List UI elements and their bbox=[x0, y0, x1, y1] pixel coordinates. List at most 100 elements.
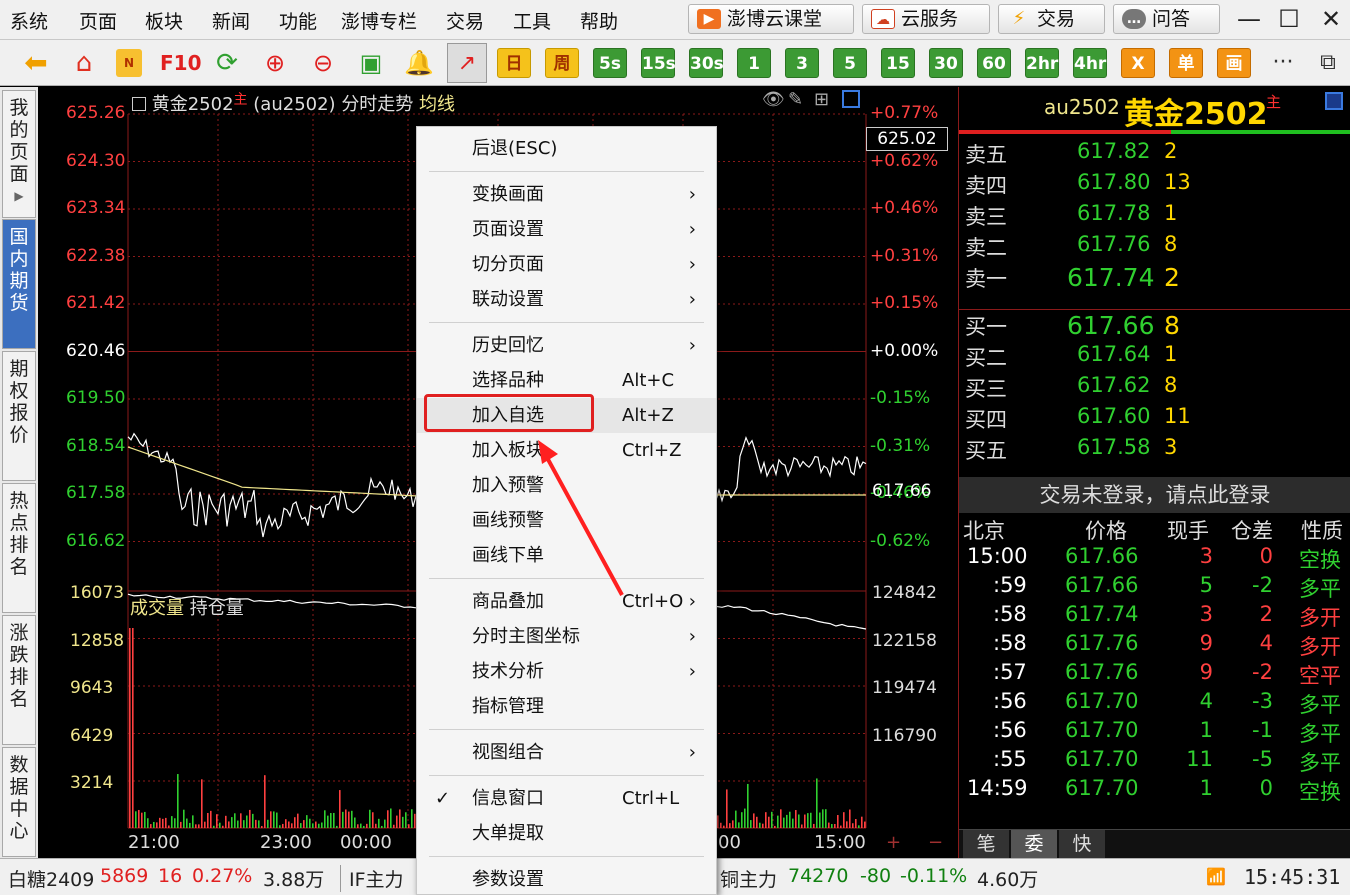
context-menu-item[interactable]: 参数设置 bbox=[417, 862, 716, 895]
window-icon[interactable]: ▣ bbox=[355, 47, 387, 79]
context-menu-item[interactable]: ✓ 信息窗口 Ctrl+L bbox=[417, 781, 716, 816]
context-menu-item[interactable]: 历史回忆 › bbox=[417, 328, 716, 363]
period-button[interactable]: 3 bbox=[785, 48, 819, 78]
period-button[interactable]: 60 bbox=[977, 48, 1011, 78]
chart-up-icon[interactable]: ↗ bbox=[447, 43, 487, 83]
f10-button[interactable]: F10 bbox=[160, 47, 202, 79]
sidebar-tab-hot-rank[interactable]: 热点排名 bbox=[2, 483, 36, 613]
volume-bar bbox=[219, 822, 221, 828]
square-icon bbox=[132, 97, 146, 111]
tab-orders[interactable]: 委 bbox=[1011, 830, 1057, 858]
menu-sector[interactable]: 板块 bbox=[145, 7, 183, 34]
period-button[interactable]: 周 bbox=[545, 48, 579, 78]
period-button[interactable]: 15s bbox=[641, 48, 676, 78]
context-menu-item[interactable]: 大单提取 bbox=[417, 816, 716, 851]
ticker-name[interactable]: 白糖2409 bbox=[8, 865, 94, 892]
period-button[interactable]: 单 bbox=[1169, 48, 1203, 78]
percent-tick-label: +0.46% bbox=[870, 198, 939, 218]
if-ticker-name[interactable]: IF主力 bbox=[340, 865, 404, 892]
menu-help[interactable]: 帮助 bbox=[580, 7, 618, 34]
menu-trade[interactable]: 交易 bbox=[446, 7, 484, 34]
volume-bar bbox=[717, 815, 719, 828]
zoom-out-icon[interactable]: ⊖ bbox=[307, 47, 339, 79]
layout-icon[interactable]: ⧉ bbox=[1312, 47, 1344, 79]
asks-level[interactable]: 卖四 617.80 13 bbox=[959, 170, 1350, 201]
more-button[interactable]: ··· bbox=[1266, 47, 1300, 79]
copper-name[interactable]: 铜主力 bbox=[720, 865, 777, 892]
asks-level[interactable]: 卖五 617.82 2 bbox=[959, 139, 1350, 170]
context-menu-item[interactable]: 选择品种 Alt+C bbox=[417, 363, 716, 398]
volume-bar bbox=[384, 819, 386, 828]
context-menu-item[interactable]: 切分页面 › bbox=[417, 247, 716, 282]
zoom-plus-button[interactable]: + bbox=[886, 832, 901, 853]
period-button[interactable]: 日 bbox=[497, 48, 531, 78]
cloud-service-button[interactable]: ☁ 云服务 bbox=[862, 4, 990, 34]
asks-level[interactable]: 卖三 617.78 1 bbox=[959, 201, 1350, 232]
period-button[interactable]: 5 bbox=[833, 48, 867, 78]
period-button[interactable]: 1 bbox=[737, 48, 771, 78]
context-menu-item[interactable]: 页面设置 › bbox=[417, 212, 716, 247]
classroom-button[interactable]: ▶ 澎博云课堂 bbox=[688, 4, 854, 34]
sidebar-tab-my-page[interactable]: 我的页面 ▶ bbox=[2, 90, 36, 218]
bell-icon[interactable]: 🔔 bbox=[403, 47, 435, 79]
bids-level[interactable]: 买二 617.64 1 bbox=[959, 342, 1350, 373]
context-menu-item[interactable]: 联动设置 › bbox=[417, 282, 716, 317]
trade-button[interactable]: ⚡ 交易 bbox=[998, 4, 1105, 34]
close-icon[interactable]: ✕ bbox=[1316, 4, 1346, 34]
login-banner[interactable]: 交易未登录，请点此登录 bbox=[959, 477, 1350, 513]
zoom-in-icon[interactable]: ⊕ bbox=[259, 47, 291, 79]
bids-level[interactable]: 买三 617.62 8 bbox=[959, 373, 1350, 404]
sidebar-tab-data-center[interactable]: 数据中心 bbox=[2, 747, 36, 857]
chat-icon: … bbox=[1122, 9, 1146, 29]
notepad-icon[interactable]: N bbox=[116, 49, 142, 77]
back-arrow-icon[interactable]: ⬅ bbox=[20, 47, 52, 79]
menu-column[interactable]: 澎博专栏 bbox=[341, 7, 417, 34]
context-menu-item[interactable]: 视图组合 › bbox=[417, 735, 716, 770]
period-button[interactable]: 画 bbox=[1217, 48, 1251, 78]
sidebar-tab-domestic-futures[interactable]: 国内期货 bbox=[2, 219, 36, 349]
sidebar-tab-change-rank[interactable]: 涨跌排名 bbox=[2, 615, 36, 745]
home-icon[interactable]: ⌂ bbox=[68, 47, 100, 79]
eye-icon[interactable]: 👁 bbox=[762, 89, 785, 110]
pencil-icon[interactable]: ✎ bbox=[788, 89, 803, 110]
menu-tools[interactable]: 工具 bbox=[513, 7, 551, 34]
menu-function[interactable]: 功能 bbox=[279, 7, 317, 34]
menu-system[interactable]: 系统 bbox=[10, 7, 48, 34]
context-menu-item[interactable]: 变换画面 › bbox=[417, 177, 716, 212]
asks-level[interactable]: 卖二 617.76 8 bbox=[959, 232, 1350, 263]
maximize-icon[interactable]: ☐ bbox=[1274, 4, 1304, 34]
period-button[interactable]: 4hr bbox=[1073, 48, 1107, 78]
tab-trades[interactable]: 笔 bbox=[963, 830, 1009, 858]
period-button[interactable]: 30 bbox=[929, 48, 963, 78]
context-menu-item[interactable]: 分时主图坐标 › bbox=[417, 619, 716, 654]
volume-bar bbox=[225, 815, 227, 828]
minimize-icon[interactable]: — bbox=[1234, 4, 1264, 34]
menu-page[interactable]: 页面 bbox=[79, 7, 117, 34]
bids-label: 买五 bbox=[965, 439, 1007, 463]
volume-bar bbox=[792, 818, 794, 828]
period-button[interactable]: 2hr bbox=[1025, 48, 1059, 78]
period-button[interactable]: 15 bbox=[881, 48, 915, 78]
period-button[interactable]: 30s bbox=[689, 48, 724, 78]
qa-button[interactable]: … 问答 bbox=[1113, 4, 1220, 34]
bids-level[interactable]: 买四 617.60 11 bbox=[959, 404, 1350, 435]
context-menu-item[interactable]: 指标管理 bbox=[417, 689, 716, 724]
context-menu-item[interactable]: 技术分析 › bbox=[417, 654, 716, 689]
sidebar-tab-options[interactable]: 期权报价 bbox=[2, 351, 36, 481]
zoom-minus-button[interactable]: − bbox=[928, 832, 943, 853]
context-menu-item[interactable]: 后退(ESC) bbox=[417, 131, 716, 166]
grid-icon[interactable]: ⊞ bbox=[814, 89, 829, 110]
menu-news[interactable]: 新闻 bbox=[212, 7, 250, 34]
tab-fast[interactable]: 快 bbox=[1059, 830, 1105, 858]
chevron-right-icon: › bbox=[688, 289, 696, 310]
period-button[interactable]: 5s bbox=[593, 48, 627, 78]
period-button[interactable]: X bbox=[1121, 48, 1155, 78]
bids-level[interactable]: 买一 617.66 8 bbox=[959, 311, 1350, 342]
panel-toggle-icon[interactable] bbox=[1325, 92, 1343, 110]
tick-hand: 11 bbox=[1186, 747, 1213, 771]
bids-level[interactable]: 买五 617.58 3 bbox=[959, 435, 1350, 466]
panel-toggle-icon[interactable] bbox=[842, 90, 860, 108]
asks-level[interactable]: 卖一 617.74 2 bbox=[959, 263, 1350, 294]
refresh-icon[interactable]: ⟳ bbox=[211, 47, 243, 79]
tick-nature: 多开 bbox=[1299, 606, 1341, 630]
